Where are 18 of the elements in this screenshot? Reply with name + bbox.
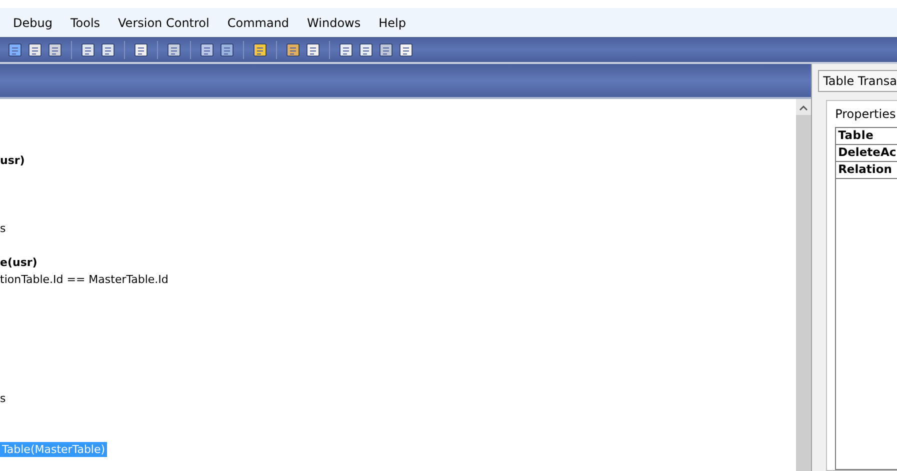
menu-item[interactable]: Command bbox=[218, 16, 298, 30]
menu-item[interactable]: Version Control bbox=[109, 16, 218, 30]
menu-item[interactable]: Tools bbox=[61, 16, 110, 30]
menu-item[interactable]: Windows bbox=[298, 16, 370, 30]
scrollbar[interactable] bbox=[796, 99, 812, 471]
code-line: s bbox=[0, 221, 6, 236]
property-name: Relation bbox=[836, 162, 897, 179]
menu-item[interactable]: Help bbox=[370, 16, 415, 30]
scroll-up-icon[interactable] bbox=[799, 105, 808, 111]
code-line: e(usr) bbox=[0, 255, 38, 270]
panel-tab[interactable]: Table Transa bbox=[818, 70, 897, 92]
property-name: DeleteAc bbox=[836, 145, 897, 162]
code-line: usr) bbox=[0, 153, 25, 168]
code-line: tionTable.Id == MasterTable.Id bbox=[0, 272, 168, 287]
menu-item[interactable]: Debug bbox=[4, 16, 62, 30]
column-header: Table bbox=[836, 128, 897, 145]
code-line: s bbox=[0, 391, 6, 406]
section-label: Properties bbox=[835, 107, 897, 121]
